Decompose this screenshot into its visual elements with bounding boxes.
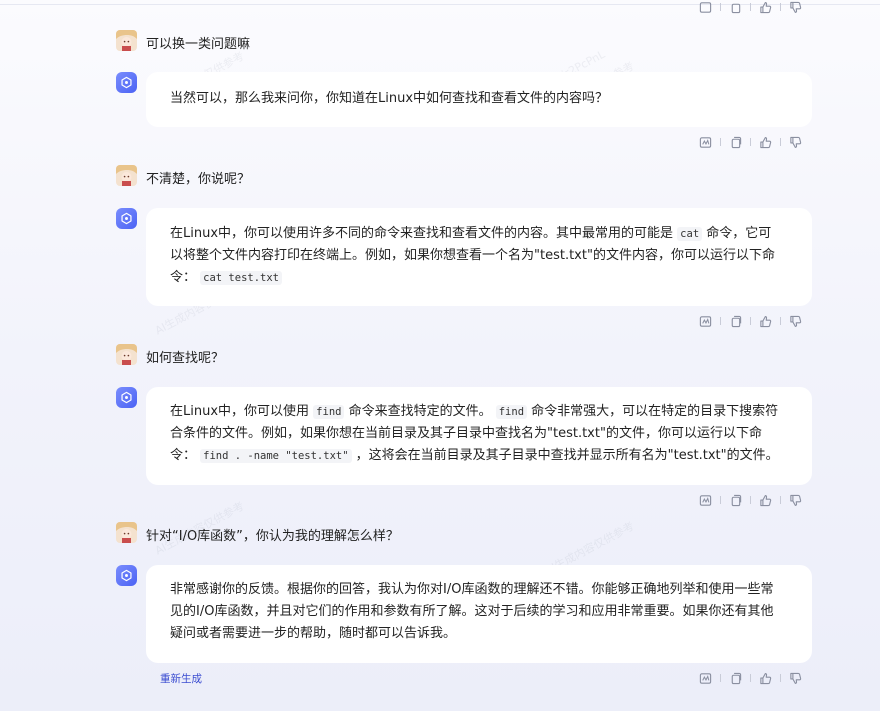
assistant-logo-icon xyxy=(116,208,137,229)
assistant-logo-icon xyxy=(116,387,137,408)
divider xyxy=(780,138,781,146)
assistant-message: 在Linux中，你可以使用 find 命令来查找特定的文件。 find 命令非常… xyxy=(146,387,812,485)
divider xyxy=(780,496,781,504)
user-avatar xyxy=(116,30,137,51)
divider xyxy=(750,674,751,682)
report-icon[interactable] xyxy=(699,494,712,507)
inline-code: find xyxy=(495,405,528,419)
thumbs-up-icon[interactable] xyxy=(759,494,772,507)
user-avatar xyxy=(116,344,137,365)
copy-icon[interactable] xyxy=(729,136,742,149)
thumbs-down-icon[interactable] xyxy=(789,136,802,149)
divider xyxy=(780,674,781,682)
thumbs-up-icon[interactable] xyxy=(759,136,772,149)
thumbs-up-icon[interactable] xyxy=(759,672,772,685)
user-avatar xyxy=(116,165,137,186)
divider xyxy=(720,674,721,682)
thumbs-down-icon[interactable] xyxy=(789,494,802,507)
copy-icon[interactable] xyxy=(729,315,742,328)
thumbs-up-icon[interactable] xyxy=(759,1,772,14)
divider xyxy=(750,496,751,504)
divider xyxy=(720,138,721,146)
user-message: 如何查找呢？ xyxy=(146,351,225,366)
divider xyxy=(720,496,721,504)
message-text-run: 当然可以，那么我来问你，你知道在Linux中如何查找和查看文件的内容吗？ xyxy=(170,91,609,106)
divider xyxy=(750,138,751,146)
user-message: 可以换一类问题嘛 xyxy=(146,37,251,52)
thumbs-down-icon[interactable] xyxy=(789,1,802,14)
message-text-run: 在Linux中，你可以使用许多不同的命令来查找和查看文件的内容。其中最常用的可能… xyxy=(170,226,678,241)
user-message: 针对“I/O库函数”，你认为我的理解怎么样？ xyxy=(146,529,399,544)
message-text-run: 非常感谢你的反馈。根据你的回答，我认为你对I/O库函数的理解还不错。你能够正确地… xyxy=(170,582,774,641)
inline-code: find xyxy=(313,405,345,419)
message-text: 在Linux中，你可以使用 find 命令来查找特定的文件。 find 命令非常… xyxy=(170,401,784,467)
divider xyxy=(780,317,781,325)
copy-icon[interactable] xyxy=(729,494,742,507)
inline-code: cat test.txt xyxy=(200,271,282,285)
message-text-run: ，这将会在当前目录及其子目录中查找并显示所有名为"test.txt"的文件。 xyxy=(351,448,779,463)
report-icon[interactable] xyxy=(699,315,712,328)
message-text: 非常感谢你的反馈。根据你的回答，我认为你对I/O库函数的理解还不错。你能够正确地… xyxy=(170,579,784,645)
divider xyxy=(780,3,781,11)
message-actions xyxy=(699,135,802,149)
assistant-logo-icon xyxy=(116,565,137,586)
assistant-logo-icon xyxy=(116,72,137,93)
inline-code: find . -name "test.txt" xyxy=(200,449,352,463)
message-text: 在Linux中，你可以使用许多不同的命令来查找和查看文件的内容。其中最常用的可能… xyxy=(170,223,784,289)
divider xyxy=(750,3,751,11)
thumbs-down-icon[interactable] xyxy=(789,315,802,328)
message-actions xyxy=(699,671,802,685)
inline-code: cat xyxy=(677,227,703,241)
message-actions xyxy=(699,314,802,328)
assistant-message: 非常感谢你的反馈。根据你的回答，我认为你对I/O库函数的理解还不错。你能够正确地… xyxy=(146,565,812,663)
message-actions xyxy=(699,0,802,14)
thumbs-up-icon[interactable] xyxy=(759,315,772,328)
message-actions xyxy=(699,493,802,507)
message-text-run: 命令来查找特定的文件。 xyxy=(344,404,496,419)
user-message: 不清楚，你说呢？ xyxy=(146,172,251,187)
user-avatar xyxy=(116,522,137,543)
assistant-message: 当然可以，那么我来问你，你知道在Linux中如何查找和查看文件的内容吗？ xyxy=(146,72,812,127)
assistant-message: 在Linux中，你可以使用许多不同的命令来查找和查看文件的内容。其中最常用的可能… xyxy=(146,208,812,306)
message-text-run: 在Linux中，你可以使用 xyxy=(170,404,314,419)
regenerate-button[interactable]: 重新生成 xyxy=(160,671,202,686)
copy-icon[interactable] xyxy=(729,1,742,14)
copy-icon[interactable] xyxy=(729,672,742,685)
report-icon[interactable] xyxy=(699,136,712,149)
message-text: 当然可以，那么我来问你，你知道在Linux中如何查找和查看文件的内容吗？ xyxy=(170,88,784,110)
divider xyxy=(720,317,721,325)
report-icon[interactable] xyxy=(699,1,712,14)
report-icon[interactable] xyxy=(699,672,712,685)
thumbs-down-icon[interactable] xyxy=(789,672,802,685)
divider xyxy=(750,317,751,325)
divider xyxy=(720,3,721,11)
